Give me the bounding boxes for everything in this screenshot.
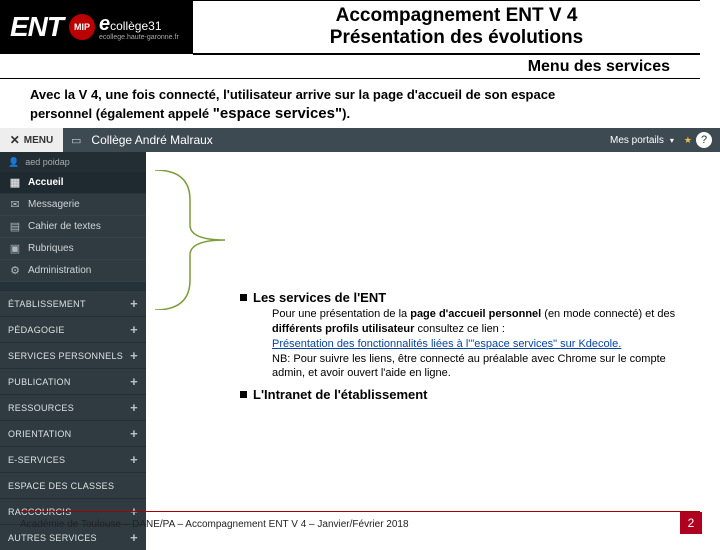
gear-icon: ⚙ [8, 264, 22, 277]
star-icon[interactable]: ★ [684, 135, 692, 146]
title-line-1: Accompagnement ENT V 4 [213, 5, 700, 27]
sidebar-item-messagerie[interactable]: ✉Messagerie [0, 194, 146, 216]
content: Les services de l'ENT Pour une présentat… [240, 290, 680, 404]
sidebar: ▦Accueil ✉Messagerie ▤Cahier de textes ▣… [0, 172, 146, 550]
logo-area: ENT MIP ecollège31 ecollege.haute-garonn… [0, 0, 193, 54]
bullet-1: Les services de l'ENT [240, 290, 680, 305]
plus-icon: + [130, 348, 138, 363]
sidebar-item-admin[interactable]: ⚙Administration [0, 260, 146, 282]
mip-badge: MIP [69, 14, 95, 40]
plus-icon: + [130, 374, 138, 389]
plus-icon: + [130, 426, 138, 441]
bullet-2: L'Intranet de l'établissement [240, 387, 680, 402]
subtitle: Menu des services [0, 54, 700, 79]
cat-publication[interactable]: PUBLICATION+ [0, 368, 146, 394]
cat-pedagogie[interactable]: PÉDAGOGIE+ [0, 316, 146, 342]
sidebar-item-cahier[interactable]: ▤Cahier de textes [0, 216, 146, 238]
footer-text: Académie de Toulouse – DANE/PA – Accompa… [20, 519, 409, 530]
mail-icon: ✉ [8, 198, 22, 211]
portails-menu[interactable]: Mes portails [610, 135, 664, 146]
cat-eservices[interactable]: E-SERVICES+ [0, 446, 146, 472]
ent-logo: ENT [10, 11, 63, 43]
plus-icon: + [130, 296, 138, 311]
footer-divider [20, 511, 700, 512]
slide: ENT MIP ecollège31 ecollege.haute-garonn… [0, 0, 720, 540]
sidebar-item-rubriques[interactable]: ▣Rubriques [0, 238, 146, 260]
user-row: 👤 aed poidap [0, 152, 146, 172]
menu-button[interactable]: ✕MENU [0, 128, 63, 152]
cat-ressources[interactable]: RESSOURCES+ [0, 394, 146, 420]
plus-icon: + [130, 322, 138, 337]
grid-icon: ▦ [8, 176, 22, 189]
app-screenshot: ✕MENU ▭ Collège André Malraux Mes portai… [0, 128, 720, 172]
cat-espace-classes[interactable]: ESPACE DES CLASSES [0, 472, 146, 498]
cat-etablissement[interactable]: ÉTABLISSEMENT+ [0, 290, 146, 316]
page-number: 2 [680, 512, 702, 534]
app-topbar: ✕MENU ▭ Collège André Malraux Mes portai… [0, 128, 720, 152]
user-icon: 👤 [8, 157, 19, 168]
plus-icon: + [130, 452, 138, 467]
cat-services-personnels[interactable]: SERVICES PERSONNELS+ [0, 342, 146, 368]
folder-icon: ▣ [8, 242, 22, 255]
sub-text-1: Pour une présentation de la page d'accue… [272, 307, 680, 381]
plus-icon: + [130, 400, 138, 415]
square-bullet-icon [240, 294, 247, 301]
cat-orientation[interactable]: ORIENTATION+ [0, 420, 146, 446]
school-icon: ▭ [71, 134, 81, 147]
college-name: Collège André Malraux [81, 133, 610, 147]
header: ENT MIP ecollège31 ecollege.haute-garonn… [0, 0, 720, 54]
title-line-2: Présentation des évolutions [213, 27, 700, 49]
help-button[interactable]: ? [696, 132, 712, 148]
title-block: Accompagnement ENT V 4 Présentation des … [193, 0, 700, 55]
presentation-link[interactable]: Présentation des fonctionnalités liées à… [272, 338, 621, 350]
book-icon: ▤ [8, 220, 22, 233]
brace-annotation [150, 170, 230, 310]
sidebar-item-home[interactable]: ▦Accueil [0, 172, 146, 194]
divider [0, 282, 146, 290]
chevron-down-icon: ▾ [670, 136, 674, 145]
close-icon: ✕ [10, 133, 20, 147]
square-bullet-icon [240, 391, 247, 398]
plus-icon: + [130, 530, 138, 545]
ecollege-logo: ecollège31 ecollege.haute-garonne.fr [99, 13, 179, 41]
intro-text: Avec la V 4, une fois connecté, l'utilis… [0, 79, 720, 127]
